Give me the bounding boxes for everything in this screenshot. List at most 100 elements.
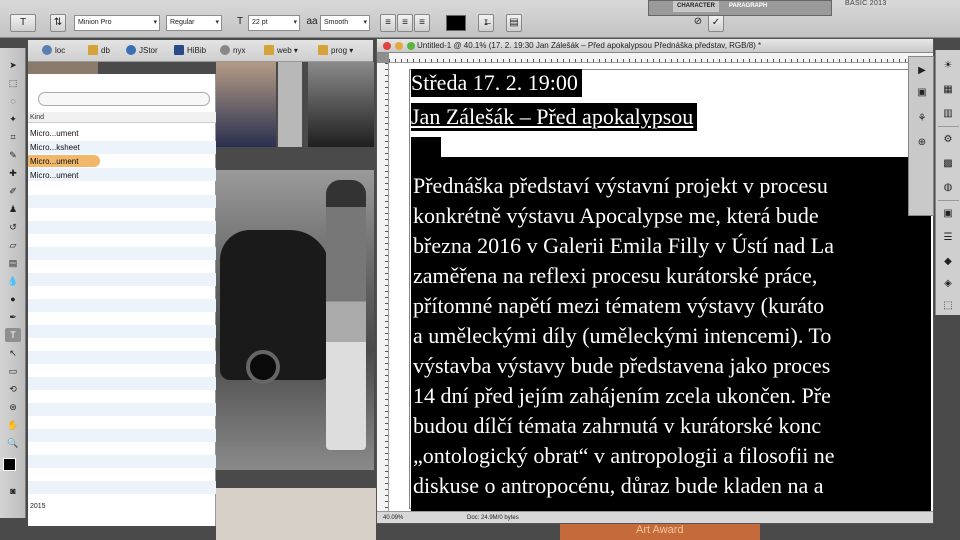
bookmark-db[interactable]: db xyxy=(88,45,110,57)
history-icon[interactable]: ☰ xyxy=(941,232,955,244)
blur-tool-icon[interactable]: 💧 xyxy=(5,274,21,288)
body-line-4[interactable]: zaměřena na reflexi procesu kurátorské p… xyxy=(413,261,817,290)
3d-rotate-icon[interactable]: ⟲ xyxy=(5,382,21,396)
folder-icon xyxy=(88,45,98,55)
panel-divider xyxy=(938,126,959,127)
stamp-tool-icon[interactable]: ♟ xyxy=(5,202,21,216)
list-item[interactable]: Micro...ument xyxy=(28,127,216,140)
zoom-level-field[interactable]: 40.09% xyxy=(383,512,403,524)
list-item[interactable]: Micro...ument xyxy=(28,169,216,182)
document-canvas[interactable]: Středa 17. 2. 19:00 Jan Zálešák – Před a… xyxy=(389,63,933,511)
magic-wand-tool-icon[interactable]: ✦ xyxy=(5,112,21,126)
bookmark-web[interactable]: web ▾ xyxy=(264,45,298,57)
quick-mask-icon[interactable]: ◙ xyxy=(5,484,21,498)
cube-icon[interactable]: ⬚ xyxy=(941,300,955,312)
adjust-icon[interactable]: ◍ xyxy=(941,182,955,194)
toggle-panels-button[interactable]: ▤ xyxy=(506,14,522,32)
column-header-kind[interactable]: Kind xyxy=(28,112,216,123)
foreground-color[interactable] xyxy=(3,458,16,471)
document-titlebar[interactable]: Untitled-1 @ 40.1% (17. 2. 19:30 Jan Zál… xyxy=(377,39,933,53)
folder-icon xyxy=(318,45,328,55)
row-stripe xyxy=(28,429,216,442)
bookmark-prog[interactable]: prog ▾ xyxy=(318,45,353,57)
document-size-info[interactable]: Doc: 24.9M/0 bytes xyxy=(467,512,519,524)
brush-preset-icon[interactable]: ⚘ xyxy=(915,113,929,125)
body-line-9[interactable]: budou dílčí témata zahrnutá v kurátorské… xyxy=(413,411,821,440)
body-line-11[interactable]: diskuse o antropocénu, důraz bude kladen… xyxy=(413,471,824,500)
vertical-ruler[interactable] xyxy=(377,63,389,511)
play-icon[interactable]: ▶ xyxy=(915,65,929,77)
heading-line-1[interactable]: Středa 17. 2. 19:00 xyxy=(411,69,582,97)
body-line-8[interactable]: 14 dní před jejím zahájením zcela ukonče… xyxy=(413,381,831,410)
pen-tool-icon[interactable]: ✒ xyxy=(5,310,21,324)
warp-text-button[interactable]: ɪ̶ xyxy=(478,14,494,32)
body-line-1[interactable]: Přednáška představí výstavní projekt v p… xyxy=(413,171,828,200)
row-stripe xyxy=(28,195,216,208)
path-select-icon[interactable]: ↖ xyxy=(5,346,21,360)
zoom-button[interactable] xyxy=(407,42,415,50)
actions-icon[interactable]: ◆ xyxy=(941,256,955,268)
type-tool-icon[interactable]: T xyxy=(5,328,21,342)
sun-icon[interactable]: ☀ xyxy=(941,60,955,72)
antialias-select[interactable]: Smooth ▾ xyxy=(320,15,370,31)
minimize-button[interactable] xyxy=(395,42,403,50)
body-line-2[interactable]: konkrétně výstavu Apocalypse me, která b… xyxy=(413,201,819,230)
brush-tool-icon[interactable]: ✐ xyxy=(5,184,21,198)
dodge-tool-icon[interactable]: ● xyxy=(5,292,21,306)
close-button[interactable] xyxy=(383,42,391,50)
body-line-6[interactable]: a uměleckými díly (uměleckými intencemi)… xyxy=(413,321,831,350)
align-right-button[interactable]: ≡ xyxy=(414,14,430,32)
list-item[interactable]: Micro...ksheet xyxy=(28,141,216,154)
cancel-edit-button[interactable]: ⊘ xyxy=(690,14,706,32)
gradient-tool-icon[interactable]: ▤ xyxy=(5,256,21,270)
channels-icon[interactable]: ▥ xyxy=(941,108,955,120)
layers-icon[interactable]: ▦ xyxy=(941,84,955,96)
healing-tool-icon[interactable]: ✚ xyxy=(5,166,21,180)
crop-tool-icon[interactable]: ⌗ xyxy=(5,130,21,144)
text-color-swatch[interactable] xyxy=(446,15,466,31)
body-line-5[interactable]: přítomné napětí mezi tématem výstavy (ku… xyxy=(413,291,824,320)
bg-art-award-text: Art Award xyxy=(636,524,684,536)
tab-character[interactable]: CHARACTER xyxy=(673,1,719,12)
history-brush-icon[interactable]: ↺ xyxy=(5,220,21,234)
align-left-button[interactable]: ≡ xyxy=(380,14,396,32)
row-stripe xyxy=(28,403,216,416)
tab-paragraph[interactable]: PARAGRAPH xyxy=(725,1,771,12)
heading-line-2[interactable]: Jan Zálešák – Před apokalypsou xyxy=(411,103,698,131)
clone-source-icon[interactable]: ⊕ xyxy=(915,137,929,149)
body-line-10[interactable]: „ontologický obrat“ v antropologii a fil… xyxy=(413,441,835,470)
eyedropper-tool-icon[interactable]: ✎ xyxy=(5,148,21,162)
paths-icon[interactable]: ⚙ xyxy=(941,134,955,146)
bookmark-jstor[interactable]: JStor xyxy=(126,45,158,57)
eraser-tool-icon[interactable]: ▱ xyxy=(5,238,21,252)
align-center-button[interactable]: ≡ xyxy=(397,14,413,32)
3d-icon[interactable]: ◈ xyxy=(941,278,955,290)
move-tool-icon[interactable]: ➤ xyxy=(5,58,21,72)
body-line-3[interactable]: března 2016 v Galerii Emila Filly v Ústí… xyxy=(413,231,834,260)
bookmark-loc[interactable]: loc xyxy=(42,45,65,57)
font-size-select[interactable]: 22 pt ▾ xyxy=(248,15,300,31)
font-family-select[interactable]: Minion Pro ▾ xyxy=(74,15,160,31)
styles-icon[interactable]: ▣ xyxy=(941,208,955,220)
3d-orbit-icon[interactable]: ⊛ xyxy=(5,400,21,414)
search-field[interactable] xyxy=(38,92,210,106)
workspace-switcher[interactable]: BASIC 2013 xyxy=(845,0,887,7)
hand-tool-icon[interactable]: ✋ xyxy=(5,418,21,432)
font-style-select[interactable]: Regular ▾ xyxy=(166,15,222,31)
marquee-tool-icon[interactable]: ⬚ xyxy=(5,76,21,90)
lasso-tool-icon[interactable]: ◌ xyxy=(5,94,21,108)
orientation-toggle[interactable]: ⇅ xyxy=(50,14,66,32)
commit-edit-button[interactable]: ✓ xyxy=(708,14,724,32)
list-item-selected[interactable]: Micro...ument xyxy=(28,155,216,168)
histogram-icon[interactable]: ▣ xyxy=(915,87,929,99)
zoom-tool-icon[interactable]: 🔍 xyxy=(5,436,21,450)
bookmark-hibib[interactable]: HiBib xyxy=(174,45,206,57)
text-tool-preset[interactable]: T xyxy=(10,14,36,32)
bookmark-nyx[interactable]: nyx xyxy=(220,45,245,57)
body-line-7[interactable]: výstavba výstavy bude představena jako p… xyxy=(413,351,830,380)
folder-icon xyxy=(264,45,274,55)
shape-tool-icon[interactable]: ▭ xyxy=(5,364,21,378)
swatches-icon[interactable]: ▩ xyxy=(941,158,955,170)
horizontal-ruler[interactable] xyxy=(389,53,933,63)
color-swatches[interactable] xyxy=(3,454,23,474)
